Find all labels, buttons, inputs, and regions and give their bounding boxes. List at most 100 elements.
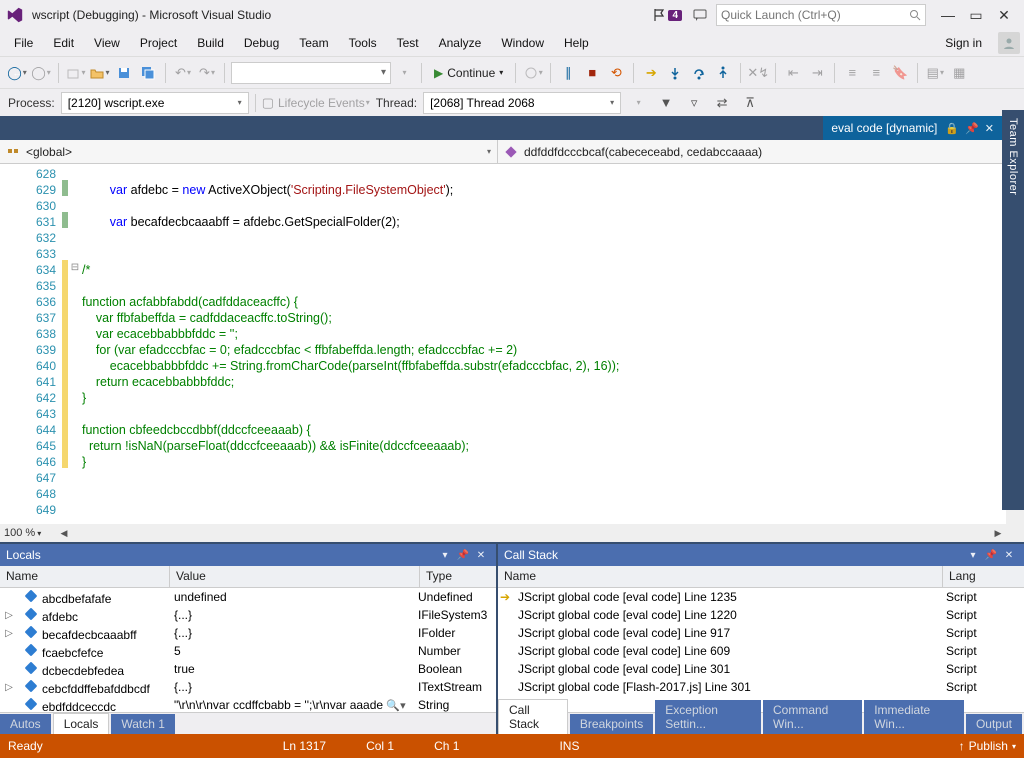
col-cs-lang[interactable]: Lang [943,566,1024,587]
expand-icon[interactable]: ▷ [0,682,18,693]
locals-row[interactable]: ▷cebcfddffebafddbcdf{...}ITextStream [0,678,496,696]
close-pane-icon[interactable]: ✕ [1000,550,1018,561]
window-position-icon[interactable]: ▾ [964,550,982,561]
menu-build[interactable]: Build [187,32,234,54]
scroll-right-icon[interactable]: ▶ [990,528,1006,539]
hscroll-track[interactable] [72,524,990,542]
publish-button[interactable]: ↑ Publish ▾ [959,739,1016,753]
save-all-button[interactable] [137,62,159,84]
code-editor[interactable]: 6286296306316326336346356366376386396406… [0,164,1024,524]
notifications[interactable]: 4 [652,8,682,22]
show-threads-button[interactable]: ▿ [683,92,705,114]
menu-debug[interactable]: Debug [234,32,289,54]
col-value[interactable]: Value [170,566,420,587]
new-project-button[interactable]: ▾ [65,62,87,84]
redo-button[interactable]: ↷▾ [196,62,218,84]
callstack-row[interactable]: JScript global code [eval code] Line 609… [498,642,1024,660]
thread-combo[interactable]: [2068] Thread 2068▾ [423,92,621,114]
menu-view[interactable]: View [84,32,130,54]
lifecycle-events-button[interactable]: ▢ Lifecycle Events▾ [262,92,370,114]
intellitrace-events-button[interactable]: ✕↯ [747,62,769,84]
step-into-button[interactable] [664,62,686,84]
indent-less-button[interactable]: ⇤ [782,62,804,84]
tab-callstack[interactable]: Call Stack [498,699,568,734]
sign-in-link[interactable]: Sign in [935,32,992,54]
stop-debug-button[interactable]: ■ [581,62,603,84]
flag-thread-button[interactable]: ▼ [655,92,677,114]
code-surface[interactable]: var afdebc = new ActiveXObject('Scriptin… [82,164,1006,524]
menu-team[interactable]: Team [289,32,338,54]
pin-icon[interactable]: 📌 [982,550,1000,561]
step-over-button[interactable] [688,62,710,84]
callstack-row[interactable]: JScript global code [eval code] Line 301… [498,660,1024,678]
member-combo[interactable]: ddfddfdcccbcaf(cabececeabd, cedabccaaaa)… [498,140,1024,163]
minimize-button[interactable]: — [934,7,962,23]
locals-row[interactable]: ▷afdebc{...}IFileSystem3 [0,606,496,624]
solution-config-combo[interactable]: ▾ [231,62,391,84]
locals-row[interactable]: ▷becafdecbcaaabff{...}IFolder [0,624,496,642]
menu-test[interactable]: Test [387,32,429,54]
menu-edit[interactable]: Edit [43,32,84,54]
locals-row[interactable]: abcdbefafafeundefinedUndefined [0,588,496,606]
window-list-button[interactable]: ▤▾ [924,62,946,84]
step-out-button[interactable] [712,62,734,84]
document-tab-evalcode[interactable]: eval code [dynamic] 🔒 📌 ✕ [823,116,1002,140]
quick-launch-input[interactable] [721,8,909,22]
tab-locals[interactable]: Locals [53,713,110,734]
maximize-button[interactable]: ▭ [962,7,990,24]
col-cs-name[interactable]: Name [498,566,943,587]
menu-file[interactable]: File [4,32,43,54]
callstack-grid[interactable]: ➔JScript global code [eval code] Line 12… [498,588,1024,712]
freeze-threads-button[interactable]: ⊼ [739,92,761,114]
indent-more-button[interactable]: ⇥ [806,62,828,84]
solution-platform-combo[interactable]: ▾ [393,62,415,84]
user-avatar-icon[interactable] [998,32,1020,54]
menu-tools[interactable]: Tools [339,32,387,54]
horizontal-scrollbar[interactable]: 100 %▾ ◀ ▶ [0,524,1024,542]
nav-back-button[interactable]: ◯←▾ [6,62,28,84]
menu-analyze[interactable]: Analyze [429,32,492,54]
bookmark-button[interactable]: 🔖 [889,62,911,84]
menu-window[interactable]: Window [491,32,554,54]
visualizer-icon[interactable]: 🔍▾ [386,700,405,712]
locals-header[interactable]: Locals ▾ 📌 ✕ [0,544,496,566]
locals-grid[interactable]: abcdbefafafeundefinedUndefined▷afdebc{..… [0,588,496,712]
callstack-row[interactable]: ➔JScript global code [eval code] Line 12… [498,588,1024,606]
show-next-statement-button[interactable]: ➔ [640,62,662,84]
quick-launch[interactable] [716,4,926,26]
scroll-left-icon[interactable]: ◀ [56,528,72,539]
continue-button[interactable]: ▶ Continue ▾ [428,62,509,84]
tab-breakpoints[interactable]: Breakpoints [570,714,653,734]
team-explorer-tab[interactable]: Team Explorer [1002,110,1024,510]
tab-output[interactable]: Output [966,714,1022,734]
callstack-row[interactable]: JScript global code [eval code] Line 917… [498,624,1024,642]
tab-exception-settings[interactable]: Exception Settin... [655,700,761,734]
window-position-icon[interactable]: ▾ [436,550,454,561]
show-flagged-button[interactable]: ⇄ [711,92,733,114]
callstack-row[interactable]: JScript global code [eval code] Line 122… [498,606,1024,624]
outlining-margin[interactable]: ⊟ [68,164,82,524]
callstack-header[interactable]: Call Stack ▾ 📌 ✕ [498,544,1024,566]
locals-row[interactable]: fcaebcfefce5Number [0,642,496,660]
stack-frame-up-button[interactable]: ▾ [627,92,649,114]
uncomment-button[interactable]: ≡ [865,62,887,84]
browser-link-button[interactable]: ▾ [522,62,544,84]
restart-button[interactable]: ⟲ [605,62,627,84]
save-button[interactable] [113,62,135,84]
expand-icon[interactable]: ▷ [0,628,18,639]
nav-forward-button[interactable]: ◯▾ [30,62,52,84]
tab-command-window[interactable]: Command Win... [763,700,862,734]
close-tab-icon[interactable]: ✕ [985,122,994,135]
pin-icon[interactable]: 📌 [454,550,472,561]
callstack-row[interactable]: JScript global code [Flash-2017.js] Line… [498,678,1024,696]
pin-tab-icon[interactable]: 📌 [965,122,979,135]
menu-project[interactable]: Project [130,32,187,54]
tab-immediate-window[interactable]: Immediate Win... [864,700,964,734]
open-file-button[interactable]: ▾ [89,62,111,84]
locals-row[interactable]: ebdfddceccdc"\r\n\r\nvar ccdffcbabb = ''… [0,696,496,712]
feedback-icon[interactable] [692,7,708,23]
zoom-combo[interactable]: 100 %▾ [0,527,56,539]
live-tree-button[interactable]: ▦ [948,62,970,84]
menu-help[interactable]: Help [554,32,599,54]
scope-combo[interactable]: <global> ▾ [0,140,498,163]
